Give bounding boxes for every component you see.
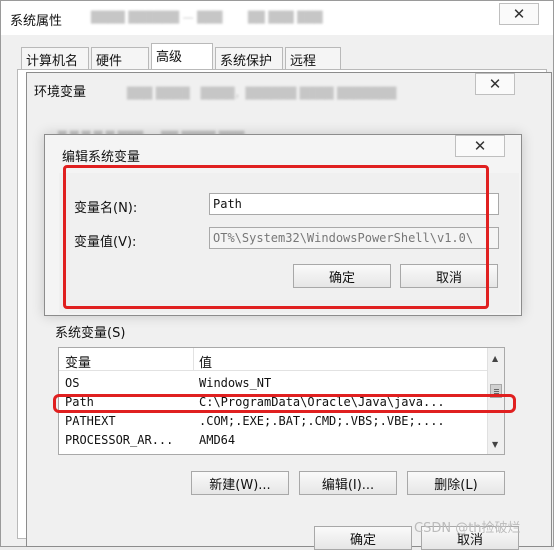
row-variable-name: OS xyxy=(65,376,80,390)
edit-dialog-close-icon[interactable]: ✕ xyxy=(455,135,505,157)
row-variable-name: Path xyxy=(65,395,94,409)
list-header: 变量 值 xyxy=(59,348,487,371)
column-header-value[interactable]: 值 xyxy=(199,352,212,371)
variable-name-input[interactable]: Path xyxy=(209,193,499,215)
column-divider[interactable] xyxy=(193,348,194,370)
row-variable-name: PROCESSOR_AR... xyxy=(65,433,174,447)
variable-value-label: 变量值(V): xyxy=(74,235,137,250)
edit-variable-button[interactable]: 编辑(I)... xyxy=(299,471,397,495)
tab-computer-name[interactable]: 计算机名 xyxy=(21,47,89,69)
blurred-background-text: ████ ██████ — ███ ██ ███ ███ xyxy=(91,11,323,24)
row-variable-value: AMD64 xyxy=(199,433,236,447)
new-variable-button[interactable]: 新建(W)... xyxy=(191,471,289,495)
scroll-up-icon[interactable]: ▲ xyxy=(492,354,498,363)
list-scrollbar[interactable]: ▲ ▼ xyxy=(487,348,504,454)
environment-variables-close-icon[interactable]: ✕ xyxy=(475,73,515,95)
environment-variables-title: 环境变量 xyxy=(34,85,87,100)
blurred-background-text: ███ ████ ████，██████ ████ ███████ xyxy=(127,87,397,100)
grip-line xyxy=(494,389,499,390)
system-properties-close-icon[interactable]: ✕ xyxy=(499,3,539,25)
variable-name-label: 变量名(N): xyxy=(74,201,138,216)
row-variable-name: PATHEXT xyxy=(65,414,116,428)
edit-ok-button[interactable]: 确定 xyxy=(293,264,391,288)
table-row[interactable]: PATHEXT .COM;.EXE;.BAT;.CMD;.VBS;.VBE;..… xyxy=(59,412,487,431)
tab-hardware[interactable]: 硬件 xyxy=(91,47,149,69)
scroll-down-icon[interactable]: ▼ xyxy=(492,440,498,449)
table-row[interactable]: Path C:\ProgramData\Oracle\Java\java... xyxy=(59,393,487,412)
edit-dialog-title: 编辑系统变量 xyxy=(62,150,141,165)
tab-system-protection[interactable]: 系统保护 xyxy=(215,47,283,69)
tab-remote[interactable]: 远程 xyxy=(285,47,341,69)
edit-system-variable-dialog: 编辑系统变量 ✕ 变量名(N): Path 变量值(V): OT%\System… xyxy=(44,134,522,316)
table-row[interactable]: PROCESSOR_AR... AMD64 xyxy=(59,431,487,450)
edit-cancel-button[interactable]: 取消 xyxy=(400,264,498,288)
row-variable-value: Windows_NT xyxy=(199,376,272,390)
grip-line xyxy=(494,391,499,392)
system-variables-list[interactable]: 变量 值 OS Windows_NT Path C:\ProgramData\O… xyxy=(58,347,505,455)
row-variable-value: C:\ProgramData\Oracle\Java\java... xyxy=(199,395,445,409)
variable-value-input[interactable]: OT%\System32\WindowsPowerShell\v1.0\ xyxy=(209,227,499,249)
system-properties-title: 系统属性 xyxy=(10,14,63,29)
row-variable-value: .COM;.EXE;.BAT;.CMD;.VBS;.VBE;.... xyxy=(199,414,445,428)
table-row[interactable]: OS Windows_NT xyxy=(59,374,487,393)
column-header-variable[interactable]: 变量 xyxy=(65,352,91,371)
grip-line xyxy=(494,393,499,394)
env-ok-button[interactable]: 确定 xyxy=(314,526,412,550)
delete-variable-button[interactable]: 删除(L) xyxy=(407,471,505,495)
watermark-text: CSDN @th捡破烂 xyxy=(414,521,521,536)
scroll-thumb[interactable] xyxy=(490,384,502,398)
tab-advanced[interactable]: 高级 xyxy=(151,43,213,69)
system-variables-label: 系统变量(S) xyxy=(55,326,126,341)
